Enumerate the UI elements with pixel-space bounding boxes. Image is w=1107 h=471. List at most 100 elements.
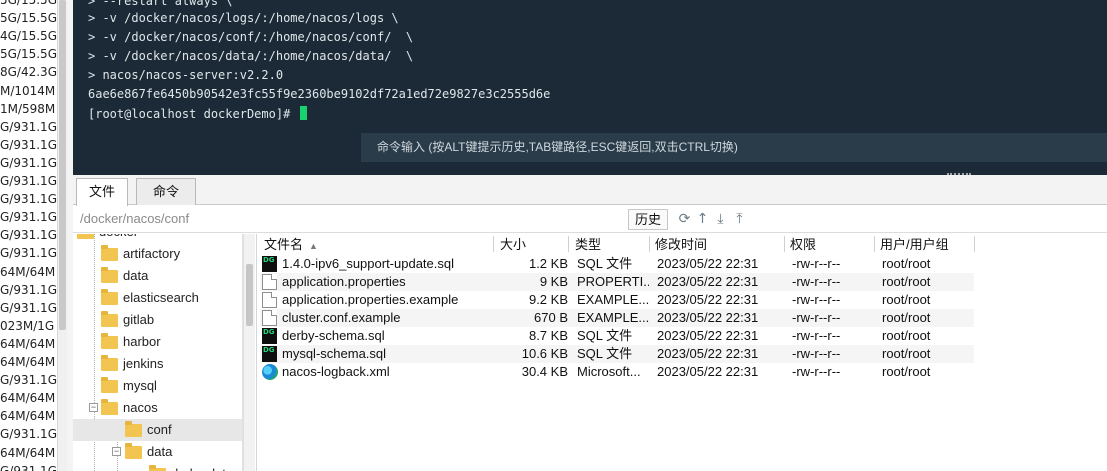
- path-bar: /docker/nacos/conf 历史 ⟳ ↑ ⤓ ⤒: [73, 206, 1107, 233]
- column-divider[interactable]: [974, 236, 975, 252]
- refresh-icon[interactable]: ⟳: [676, 210, 693, 228]
- file-name-cell: application.properties.example: [282, 292, 459, 307]
- resource-usage-row: 64M/64M: [0, 445, 56, 460]
- tree-item-jenkins[interactable]: jenkins: [73, 353, 242, 375]
- file-type-cell: Microsoft...: [577, 364, 641, 379]
- tree-item-data[interactable]: data: [73, 265, 242, 287]
- resource-usage-row: 8G/42.3G: [0, 65, 57, 80]
- resource-usage-row: G/931.1G: [0, 192, 57, 207]
- file-modified-cell: 2023/05/22 22:31: [657, 346, 759, 361]
- tree-item-gitlab[interactable]: gitlab: [73, 309, 242, 331]
- folder-icon: [77, 234, 94, 239]
- collapse-icon[interactable]: −: [89, 403, 98, 412]
- resource-panel-scrollbar[interactable]: [57, 0, 67, 471]
- current-path-input[interactable]: /docker/nacos/conf: [80, 211, 189, 226]
- file-name-cell: derby-schema.sql: [282, 328, 385, 343]
- file-name-cell: nacos-logback.xml: [282, 364, 390, 379]
- resource-usage-row: G/931.1G: [0, 174, 57, 188]
- file-size-cell: 9.2 KB: [528, 292, 568, 307]
- folder-open-icon: [101, 399, 118, 415]
- file-owner-cell: root/root: [882, 310, 931, 325]
- tab-files[interactable]: 文件: [76, 178, 128, 206]
- folder-icon: [101, 311, 118, 327]
- collapse-icon[interactable]: −: [112, 447, 121, 456]
- column-header-size[interactable]: 大小: [500, 234, 526, 255]
- folder-icon: [101, 377, 118, 393]
- scrollbar-thumb[interactable]: [59, 0, 66, 330]
- resource-usage-row: 64M/64M: [0, 355, 56, 369]
- tree-item-docker[interactable]: docker: [73, 234, 242, 243]
- column-header-modified[interactable]: 修改时间: [655, 234, 707, 255]
- terminal-line: > nacos/nacos-server:v2.2.0: [88, 68, 284, 82]
- tab-commands[interactable]: 命令: [136, 178, 196, 205]
- column-header-type[interactable]: 类型: [575, 234, 601, 255]
- folder-icon: [101, 333, 118, 349]
- tree-item-mysql[interactable]: mysql: [73, 375, 242, 397]
- tree-item-artifactory[interactable]: artifactory: [73, 243, 242, 265]
- tree-scrollbar[interactable]: [243, 234, 255, 471]
- resource-usage-row: G/931.1G: [0, 463, 57, 471]
- tree-item-elasticsearch[interactable]: elasticsearch: [73, 287, 242, 309]
- datagrip-icon: DG: [262, 256, 277, 272]
- column-header-permissions[interactable]: 权限: [790, 234, 816, 255]
- command-input-hint-bar[interactable]: 命令输入 (按ALT键提示历史,TAB键路径,ESC键返回,双击CTRL切换): [361, 133, 1107, 162]
- scrollbar-thumb[interactable]: [246, 264, 253, 326]
- tree-item-nacos[interactable]: − nacos: [73, 397, 242, 419]
- sort-ascending-icon: ▲: [309, 241, 318, 251]
- resource-usage-row: G/931.1G: [0, 373, 57, 388]
- file-modified-cell: 2023/05/22 22:31: [657, 274, 759, 289]
- file-modified-cell: 2023/05/22 22:31: [657, 256, 759, 271]
- folder-open-icon: [125, 443, 142, 459]
- column-divider[interactable]: [784, 236, 785, 252]
- file-modified-cell: 2023/05/22 22:31: [657, 292, 759, 307]
- file-row[interactable]: application.properties.example 9.2 KB EXAM…: [260, 291, 974, 309]
- resource-usage-row: 64M/64M: [0, 391, 56, 406]
- tree-item-harbor[interactable]: harbor: [73, 331, 242, 353]
- column-divider[interactable]: [568, 236, 569, 252]
- file-icon: [262, 310, 277, 326]
- file-icon: [262, 274, 277, 290]
- download-icon[interactable]: ⤓: [712, 210, 729, 228]
- upload-icon[interactable]: ⤒: [731, 210, 748, 228]
- resource-usage-row: G/931.1G: [0, 137, 57, 152]
- tree-item-conf[interactable]: conf: [73, 419, 242, 441]
- column-divider[interactable]: [649, 236, 650, 252]
- history-button[interactable]: 历史: [628, 209, 668, 230]
- file-type-cell: EXAMPLE...: [577, 310, 649, 325]
- file-row[interactable]: DG mysql-schema.sql 10.6 KB SQL 文件 2023/05/2…: [260, 345, 974, 363]
- file-row[interactable]: cluster.conf.example 670 B EXAMPLE... 2023/…: [260, 309, 974, 327]
- terminal-panel[interactable]: > --restart always \ > -v /docker/nacos/…: [73, 0, 1107, 175]
- folder-icon: [101, 267, 118, 283]
- terminal-prompt-line: [root@localhost dockerDemo]#: [88, 105, 307, 124]
- resource-usage-row: M/1014M: [0, 83, 56, 98]
- file-size-cell: 9 KB: [539, 274, 568, 289]
- column-header-name[interactable]: 文件名 ▲: [264, 234, 318, 255]
- resource-usage-row: G/931.1G: [0, 427, 57, 442]
- go-up-icon[interactable]: ↑: [694, 210, 711, 228]
- column-divider[interactable]: [493, 236, 494, 252]
- file-row[interactable]: DG 1.4.0-ipv6_support-update.sql 1.2 KB SQL…: [260, 255, 974, 273]
- tree-item-nacos-data[interactable]: − data: [73, 441, 242, 463]
- column-divider[interactable]: [874, 236, 875, 252]
- column-header-owner[interactable]: 用户/用户组: [880, 234, 949, 255]
- resource-usage-row: G/931.1G: [0, 119, 57, 134]
- file-perms-cell: -rw-r--r--: [792, 364, 841, 379]
- file-list: 文件名 ▲ 大小 类型 修改时间 权限 用户/用户组 DG 1.4.0-ipv6_s…: [256, 234, 1107, 471]
- file-row[interactable]: application.properties 9 KB PROPERTI... 202…: [260, 273, 974, 291]
- tree-item-derby-data[interactable]: derby-data: [73, 463, 242, 471]
- resource-usage-panel: 5G/15.5G 5G/15.5G 4G/15.5G 5G/15.5G 8G/42.3G…: [0, 0, 57, 471]
- file-icon: [262, 292, 277, 308]
- bottom-tabs-bar: 文件 命令: [73, 175, 1107, 206]
- file-size-cell: 10.6 KB: [521, 346, 568, 361]
- resource-usage-row: G/931.1G: [0, 246, 57, 261]
- file-size-cell: 670 B: [534, 310, 568, 325]
- file-row[interactable]: nacos-logback.xml 30.4 KB Microsoft... 2023…: [260, 363, 974, 381]
- resource-usage-row: 64M/64M: [0, 264, 56, 279]
- terminal-cursor: [299, 106, 307, 120]
- file-owner-cell: root/root: [882, 346, 931, 361]
- file-row[interactable]: DG derby-schema.sql 8.7 KB SQL 文件 2023/05/22…: [260, 327, 974, 345]
- file-owner-cell: root/root: [882, 274, 931, 289]
- file-perms-cell: -rw-r--r--: [792, 292, 841, 307]
- file-perms-cell: -rw-r--r--: [792, 328, 841, 343]
- folder-icon: [101, 289, 118, 305]
